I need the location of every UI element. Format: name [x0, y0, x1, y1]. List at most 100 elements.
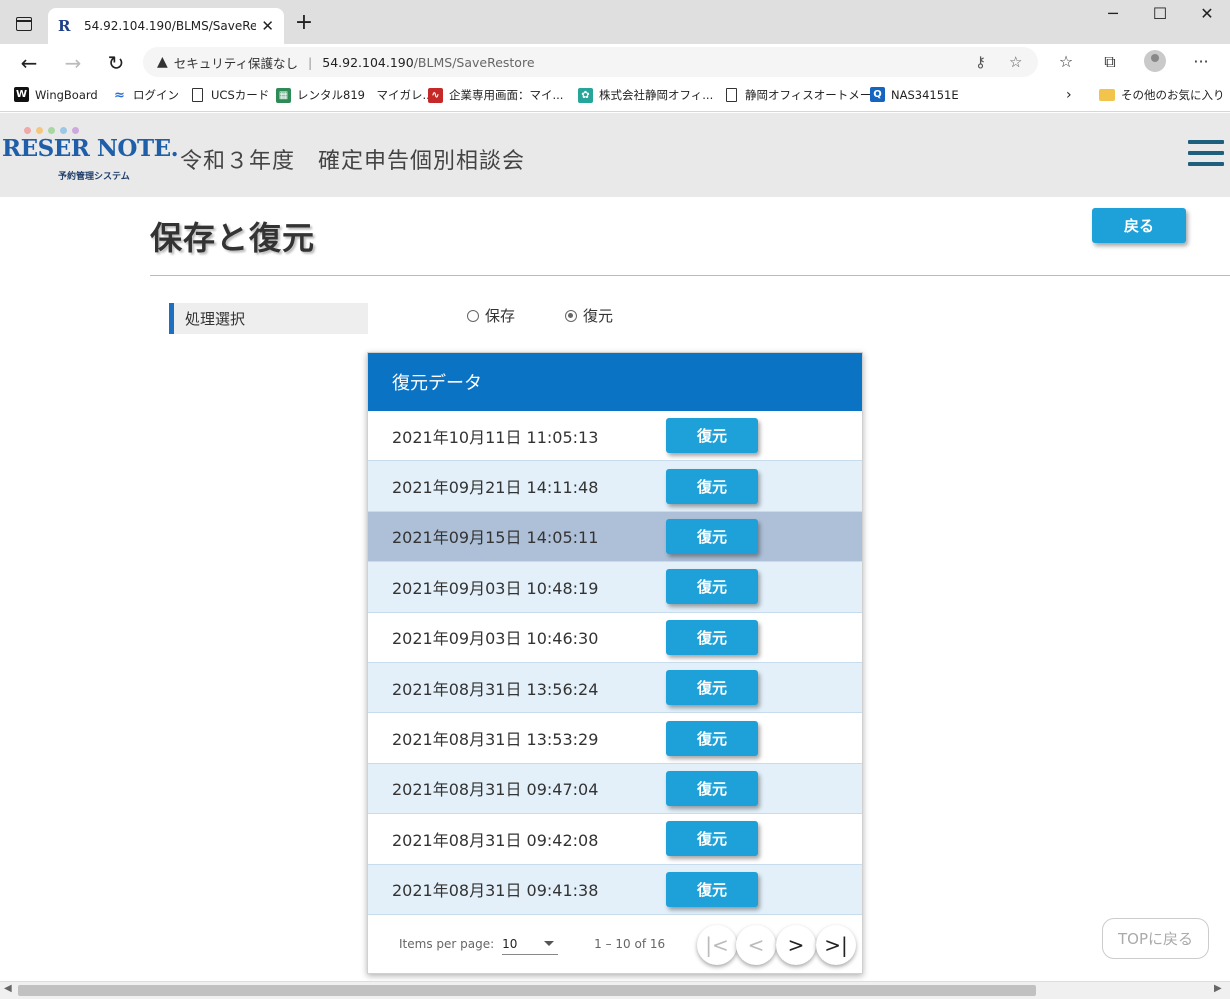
address-bar[interactable]: ▲ セキュリティ保護なし | 54.92.104.190 /BLMS/SaveR… — [143, 47, 1038, 77]
tab-close-icon[interactable]: ✕ — [261, 17, 274, 35]
table-row[interactable]: 2021年08月31日 13:56:24 復元 — [368, 662, 862, 714]
bookmark-ucs[interactable]: UCSカード — [192, 87, 269, 103]
refresh-icon[interactable]: ↻ — [103, 50, 129, 76]
app-header: RESER NOTE. 予約管理システム 令和３年度 確定申告個別相談会 — [0, 113, 1230, 197]
grid-icon: ▦ — [276, 87, 291, 103]
restore-data-table: 復元データ 2021年10月11日 11:05:13 復元 2021年09月21日 … — [367, 352, 863, 974]
back-to-top-button[interactable]: TOPに戻る — [1102, 918, 1209, 959]
collections-icon[interactable]: ⧉ — [1098, 52, 1122, 74]
window-close-button[interactable]: ✕ — [1192, 4, 1222, 28]
back-arrow-icon[interactable]: ← — [16, 50, 42, 76]
page-title: 保存と復元 — [150, 219, 316, 257]
logo-subtitle: 予約管理システム — [58, 172, 130, 182]
process-selection-label: 処理選択 — [169, 303, 368, 334]
bookmark-label: NAS34151E — [891, 87, 959, 102]
back-button[interactable]: 戻る — [1092, 208, 1186, 243]
backup-datetime: 2021年09月21日 14:11:48 — [392, 478, 599, 498]
gear-icon: ✿ — [578, 87, 593, 103]
browser-titlebar: R 54.92.104.190/BLMS/SaveRestore ✕ + ─ ☐… — [0, 0, 1230, 44]
address-host: 54.92.104.190 — [322, 54, 414, 70]
hamburger-menu-icon[interactable] — [1188, 140, 1224, 166]
table-row[interactable]: 2021年09月15日 14:05:11 復元 — [368, 511, 862, 563]
tab-actions-icon[interactable] — [10, 12, 38, 36]
folder-icon — [1099, 89, 1115, 101]
items-per-page-select[interactable]: 10 — [502, 933, 559, 955]
radio-save-circle[interactable] — [467, 309, 479, 322]
last-page-button[interactable]: >| — [816, 925, 856, 965]
radio-save-label: 保存 — [485, 307, 516, 325]
first-page-button[interactable]: |< — [697, 925, 737, 965]
table-row[interactable]: 2021年08月31日 09:42:08 復元 — [368, 814, 862, 865]
bookmarks-bar: W WingBoard ≈ ログイン UCSカード ▦ レンタル819 マイガレ… — [0, 80, 1230, 112]
add-favorite-icon[interactable]: ☆ — [1009, 53, 1022, 71]
restore-button[interactable]: 復元 — [666, 518, 758, 554]
radio-restore-label: 復元 — [583, 307, 614, 325]
restore-button[interactable]: 復元 — [666, 821, 758, 857]
maximize-button[interactable]: ☐ — [1145, 4, 1175, 28]
favorites-icon[interactable]: ☆ — [1054, 52, 1078, 74]
key-icon[interactable]: ⚷ — [975, 53, 986, 71]
items-per-page-label: Items per page: — [399, 937, 495, 951]
table-row[interactable]: 2021年09月03日 10:48:19 復元 — [368, 562, 862, 613]
address-separator: | — [308, 54, 313, 70]
bookmarks-overflow-chevron-icon[interactable]: › — [1066, 87, 1072, 103]
table-row[interactable]: 2021年10月11日 11:05:13 復元 — [368, 411, 862, 462]
radio-save[interactable]: 保存 — [467, 305, 515, 326]
radio-restore-circle[interactable] — [565, 309, 577, 322]
bookmark-wingboard[interactable]: W WingBoard — [14, 87, 98, 102]
scroll-left-arrow-icon[interactable]: ◀ — [4, 983, 12, 994]
document-icon — [726, 88, 737, 102]
reser-note-logo[interactable]: RESER NOTE. 予約管理システム — [2, 127, 179, 191]
restore-button[interactable]: 復元 — [666, 670, 758, 706]
forward-arrow-icon[interactable]: → — [60, 50, 86, 76]
nas-icon: Q — [870, 87, 885, 102]
table-row[interactable]: 2021年09月03日 10:46:30 復元 — [368, 612, 862, 663]
logo-dots — [24, 127, 79, 134]
restore-button[interactable]: 復元 — [666, 418, 758, 454]
table-row[interactable]: 2021年08月31日 09:41:38 復元 — [368, 864, 862, 915]
next-page-button[interactable]: > — [776, 925, 816, 965]
bookmark-shizuoka-automation[interactable]: 静岡オフィスオートメー... — [726, 87, 882, 103]
restore-button[interactable]: 復元 — [666, 871, 758, 907]
items-per-page-value: 10 — [502, 936, 518, 951]
bookmark-nas[interactable]: Q NAS34151E — [870, 87, 959, 102]
other-favorites-folder[interactable]: その他のお気に入り — [1099, 87, 1225, 103]
new-tab-button[interactable]: + — [292, 12, 316, 36]
minimize-button[interactable]: ─ — [1098, 4, 1128, 28]
table-row[interactable]: 2021年09月21日 14:11:48 復元 — [368, 461, 862, 512]
tab-title: 54.92.104.190/BLMS/SaveRestore — [84, 19, 256, 33]
logo-text: RESER NOTE. — [2, 135, 179, 162]
bookmark-shizuoka-office[interactable]: ✿ 株式会社静岡オフィ... — [578, 87, 713, 103]
bookmark-corporate[interactable]: ∿ 企業専用画面：マイ... — [428, 87, 563, 103]
backup-datetime: 2021年08月31日 13:56:24 — [392, 679, 599, 699]
scroll-right-arrow-icon[interactable]: ▶ — [1214, 983, 1222, 994]
backup-datetime: 2021年10月11日 11:05:13 — [392, 427, 599, 447]
horizontal-scrollbar[interactable]: ◀ ▶ — [0, 981, 1230, 999]
backup-datetime: 2021年09月03日 10:46:30 — [392, 629, 599, 649]
bookmark-rental[interactable]: ▦ レンタル819 マイガレ... — [276, 87, 433, 103]
previous-page-button[interactable]: < — [736, 925, 776, 965]
more-menu-icon[interactable]: ··· — [1189, 52, 1213, 74]
bookmark-login[interactable]: ≈ ログイン — [112, 87, 179, 103]
restore-button[interactable]: 復元 — [666, 770, 758, 806]
bookmark-label: レンタル819 マイガレ... — [297, 88, 434, 102]
bookmark-label: 静岡オフィスオートメー... — [745, 88, 883, 102]
restore-button[interactable]: 復元 — [666, 720, 758, 756]
dropdown-arrow-icon — [544, 941, 555, 946]
restore-button[interactable]: 復元 — [666, 619, 758, 655]
profile-avatar[interactable] — [1144, 50, 1166, 72]
backup-datetime: 2021年08月31日 09:41:38 — [392, 881, 599, 901]
restore-button[interactable]: 復元 — [666, 569, 758, 605]
browser-tab[interactable]: R 54.92.104.190/BLMS/SaveRestore ✕ — [48, 8, 284, 44]
backup-datetime: 2021年08月31日 13:53:29 — [392, 730, 599, 750]
table-row[interactable]: 2021年08月31日 13:53:29 復元 — [368, 713, 862, 764]
restore-button[interactable]: 復元 — [666, 468, 758, 504]
warning-icon[interactable]: ▲ — [157, 54, 168, 70]
backup-datetime: 2021年09月03日 10:48:19 — [392, 578, 599, 598]
table-header: 復元データ — [368, 353, 862, 411]
radio-restore[interactable]: 復元 — [565, 305, 613, 326]
bookmark-label: UCSカード — [211, 88, 270, 102]
bookmark-label: WingBoard — [35, 87, 98, 102]
scrollbar-thumb[interactable] — [18, 985, 1036, 996]
table-row[interactable]: 2021年08月31日 09:47:04 復元 — [368, 763, 862, 815]
